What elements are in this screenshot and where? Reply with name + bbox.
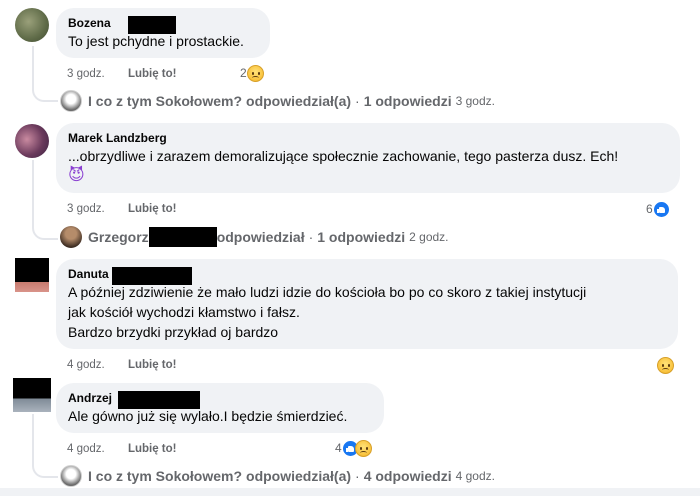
comment-author[interactable]: Andrzej [68,390,372,409]
reply-separator: · [308,229,314,245]
avatar[interactable] [15,124,49,158]
comment-meta: 3 godz. Lubię to! [67,202,176,216]
reaction-summary[interactable]: 6 [646,200,670,218]
reaction-summary[interactable]: 2 [240,64,264,82]
comment-bubble: Bozena To jest pchydne i prostackie. [56,8,270,58]
comment-time[interactable]: 3 godz. [67,68,105,80]
reply-author: Grzegorz [88,229,149,245]
reaction-summary[interactable]: 4 [335,439,372,457]
reply-count: 1 odpowiedzi [317,229,406,245]
reply-action: odpowiedział(a) [246,93,352,109]
reaction-count: 2 [240,66,247,80]
like-reaction-icon [652,200,670,218]
devil-emoji: 😈 [68,167,85,184]
reply-separator: · [355,93,360,109]
thread-connector [32,414,58,478]
view-replies-button[interactable]: I co z tym Sokołowem? odpowiedział(a) · … [60,464,495,488]
comment-meta: 4 godz. Lubię to! [67,442,176,456]
comment-author[interactable]: Bozena [68,15,258,34]
reply-action: odpowiedział [216,229,305,245]
comment-text: Ale gówno już się wylało.I będzie śmierd… [68,408,348,424]
comment-bubble: Marek Landzberg ...obrzydliwe i zarazem … [56,123,680,193]
like-button[interactable]: Lubię to! [128,203,177,215]
avatar[interactable] [15,258,49,292]
thread-connector [32,160,58,240]
comment-text: To jest pchydne i prostackie. [68,33,244,49]
comment-text: jak kościół wychodzi kłamstwo i fałsz. [68,304,300,320]
view-replies-button[interactable]: Grzegorz odpowiedział · 1 odpowiedzi 2 g… [60,225,449,249]
sad-reaction-icon [246,64,264,82]
comment-author[interactable]: Danuta [68,266,666,285]
avatar[interactable] [13,378,51,412]
sad-reaction-icon [354,439,372,457]
comment-bubble: Danuta A później zdziwienie że mało ludz… [56,259,678,349]
reply-avatar [60,465,82,487]
reply-action: odpowiedział(a) [246,468,352,484]
view-replies-button[interactable]: I co z tym Sokołowem? odpowiedział(a) · … [60,89,495,113]
reply-time: 3 godz. [455,94,495,108]
reply-count: 1 odpowiedzi [363,93,452,109]
reaction-count: 4 [335,441,342,455]
thread-connector [32,46,58,102]
like-button[interactable]: Lubię to! [128,68,177,80]
reply-time: 2 godz. [409,230,449,244]
comment-text: Bardzo brzydki przykład oj bardzo [68,324,279,340]
like-button[interactable]: Lubię to! [128,359,177,371]
sad-reaction-icon [657,356,674,374]
redaction-block [128,16,176,34]
comment-time[interactable]: 4 godz. [67,359,105,371]
comment-text: A później zdziwienie że mało ludzi idzie… [68,284,587,300]
reaction-summary[interactable] [657,356,674,374]
like-button[interactable]: Lubię to! [128,443,177,455]
redaction-block [118,391,200,409]
avatar[interactable] [15,8,49,42]
reply-avatar [60,90,82,112]
reaction-count: 6 [646,202,653,216]
comment-bubble: Andrzej Ale gówno już się wylało.I będzi… [56,383,384,433]
redaction-block [112,267,192,285]
reply-author: I co z tym Sokołowem? [88,93,243,109]
reply-separator: · [355,468,360,484]
comment-meta: 4 godz. Lubię to! [67,358,176,372]
comment-time[interactable]: 4 godz. [67,443,105,455]
comment-time[interactable]: 3 godz. [67,203,105,215]
reply-count: 4 odpowiedzi [363,468,452,484]
comment-meta: 3 godz. Lubię to! [67,67,176,81]
comment-text: ...obrzydliwe i zarazem demoralizujące s… [68,148,619,164]
redaction-block [148,227,217,247]
reply-avatar [60,226,82,248]
reply-author: I co z tym Sokołowem? [88,468,243,484]
reply-time: 4 godz. [455,469,495,483]
bottom-divider [0,488,700,496]
comment-author[interactable]: Marek Landzberg [68,130,668,146]
